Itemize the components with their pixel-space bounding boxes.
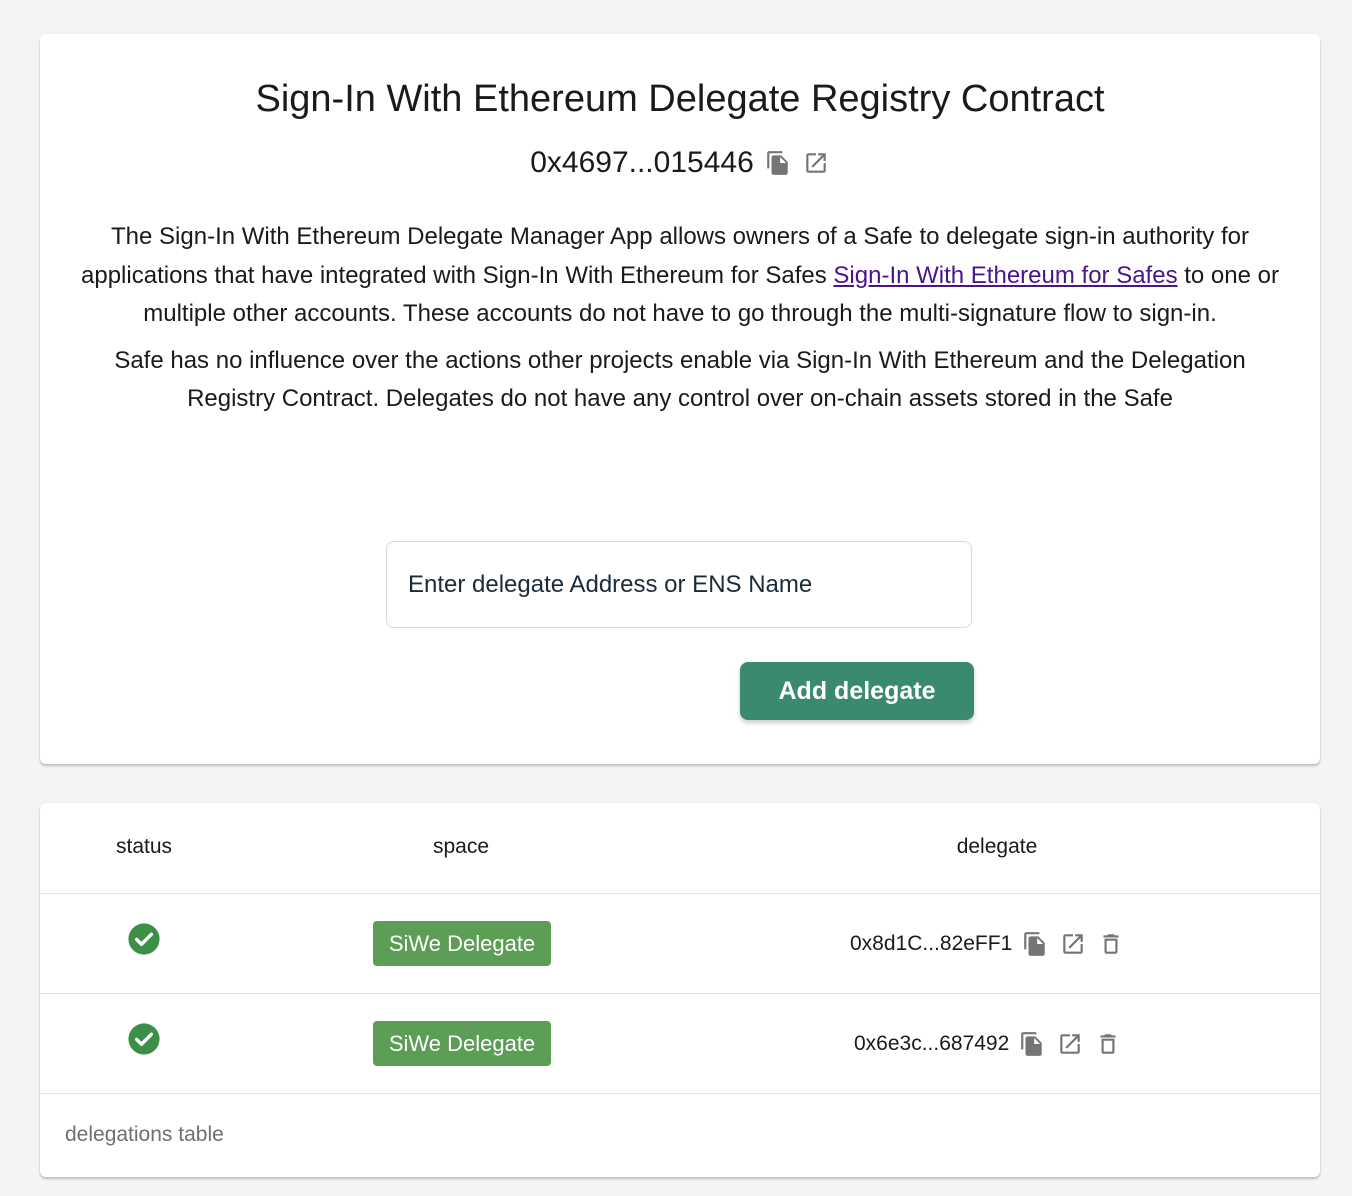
description-paragraph-2: Safe has no influence over the actions o… [114, 346, 1246, 413]
delegate-cell: 0x6e3c...687492 [854, 1029, 1123, 1059]
delegate-address-input[interactable] [386, 541, 972, 628]
divider [40, 1093, 1320, 1094]
copy-icon[interactable] [764, 149, 792, 177]
space-chip: SiWe Delegate [373, 1021, 551, 1066]
check-circle-icon [128, 1023, 160, 1055]
delete-icon[interactable] [1093, 1029, 1123, 1059]
divider [40, 893, 1320, 894]
space-chip: SiWe Delegate [373, 921, 551, 966]
external-link-icon[interactable] [1055, 1029, 1085, 1059]
delegate-address: 0x6e3c...687492 [854, 1032, 1010, 1055]
delegate-address: 0x8d1C...82eFF1 [850, 932, 1013, 955]
column-header-status: status [115, 835, 173, 858]
divider [40, 993, 1320, 994]
table-caption: delegations table [65, 1123, 224, 1146]
external-link-icon[interactable] [1058, 929, 1088, 959]
contract-card: Sign-In With Ethereum Delegate Registry … [40, 34, 1320, 764]
add-delegate-button[interactable]: Add delegate [740, 662, 974, 720]
description-paragraph-1: The Sign-In With Ethereum Delegate Manag… [80, 218, 1280, 334]
contract-address: 0x4697...015446 [530, 146, 754, 179]
column-header-space: space [432, 835, 490, 858]
copy-icon[interactable] [1020, 929, 1050, 959]
contract-address-row: 0x4697...015446 [40, 144, 1320, 182]
external-link-icon[interactable] [802, 149, 830, 177]
siwe-safes-link[interactable]: Sign-In With Ethereum for Safes [833, 262, 1177, 289]
delegate-cell: 0x8d1C...82eFF1 [850, 929, 1126, 959]
column-header-delegate: delegate [956, 835, 1038, 858]
page-title: Sign-In With Ethereum Delegate Registry … [255, 78, 1105, 120]
description: The Sign-In With Ethereum Delegate Manag… [80, 218, 1280, 427]
delegations-table: status space delegate SiWe Delegate 0x8d… [40, 803, 1320, 1177]
check-circle-icon [128, 923, 160, 955]
copy-icon[interactable] [1017, 1029, 1047, 1059]
delete-icon[interactable] [1096, 929, 1126, 959]
